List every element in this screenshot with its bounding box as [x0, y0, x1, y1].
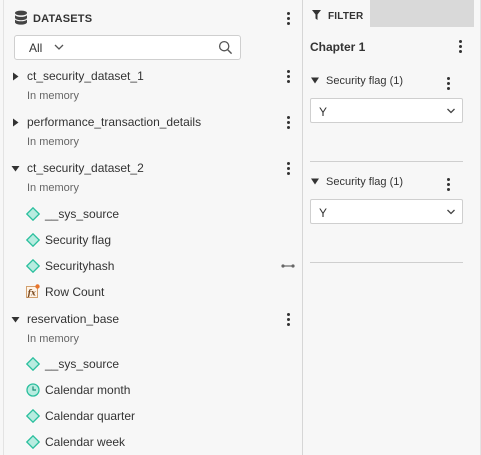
- field-item[interactable]: Calendar month: [0, 380, 303, 400]
- dimension-diamond-icon: [26, 207, 40, 221]
- dataset-item[interactable]: ct_security_dataset_1 In memory: [0, 65, 303, 107]
- database-icon: [15, 10, 27, 25]
- caret-right-icon[interactable]: [11, 118, 20, 127]
- filter-menu-icon[interactable]: [441, 176, 455, 192]
- filter-tab-bar: FILTER: [303, 0, 474, 27]
- dataset-name: ct_security_dataset_1: [27, 69, 144, 83]
- filter-value: Y: [319, 206, 328, 220]
- filter-panel: FILTER Chapter 1 Security flag (1) Y Sec…: [303, 0, 481, 455]
- caret-down-icon[interactable]: [11, 315, 20, 324]
- field-item[interactable]: __sys_source: [0, 354, 303, 374]
- chevron-down-icon: [447, 108, 455, 114]
- caret-down-icon[interactable]: [311, 77, 319, 84]
- filter-label: Security flag (1): [326, 176, 404, 188]
- dataset-menu-icon[interactable]: [281, 311, 295, 327]
- tab-filter-label: FILTER: [328, 11, 364, 22]
- dimension-diamond-icon: [26, 259, 40, 273]
- chapter-menu-icon[interactable]: [453, 38, 467, 54]
- datasets-title: DATASETS: [33, 13, 93, 25]
- filter-label: Security flag (1): [326, 75, 404, 87]
- dataset-item[interactable]: ct_security_dataset_2 In memory: [0, 157, 303, 199]
- dataset-type-select[interactable]: All: [29, 41, 42, 55]
- filter-separator: [310, 161, 463, 162]
- field-item[interactable]: Security flag: [0, 230, 303, 250]
- search-icon[interactable]: [218, 40, 233, 55]
- funnel-icon: [312, 10, 321, 20]
- datasets-panel: DATASETS All ct_security_dataset_1 In me…: [0, 0, 303, 455]
- field-label: __sys_source: [45, 357, 120, 371]
- svg-text:fx: fx: [27, 287, 36, 297]
- dataset-subtitle: In memory: [27, 182, 79, 194]
- dataset-filter-bar: All: [14, 35, 241, 60]
- dimension-diamond-icon: [26, 233, 40, 247]
- dataset-item[interactable]: reservation_base In memory: [0, 308, 303, 350]
- filter-separator: [310, 262, 463, 263]
- dimension-diamond-icon: [26, 409, 40, 423]
- calculated-fx-icon: fx: [26, 284, 40, 298]
- field-label: Calendar month: [45, 383, 131, 397]
- dimension-diamond-icon: [26, 435, 40, 449]
- field-label: Calendar quarter: [45, 409, 136, 423]
- dataset-menu-icon[interactable]: [281, 68, 295, 84]
- field-label: Securityhash: [45, 259, 115, 273]
- caret-right-icon[interactable]: [11, 72, 20, 81]
- chapter-title: Chapter 1: [310, 40, 366, 54]
- dataset-subtitle: In memory: [27, 136, 79, 148]
- hash-link-icon: [281, 264, 295, 268]
- field-label: Security flag: [45, 233, 112, 247]
- dataset-name: ct_security_dataset_2: [27, 161, 144, 175]
- dataset-subtitle: In memory: [27, 333, 79, 345]
- dataset-subtitle: In memory: [27, 90, 79, 102]
- dataset-name: reservation_base: [27, 312, 120, 326]
- field-label: Row Count: [45, 285, 105, 299]
- caret-down-icon[interactable]: [311, 178, 319, 185]
- dataset-item[interactable]: performance_transaction_details In memor…: [0, 111, 303, 153]
- filter-value-select[interactable]: Y: [310, 98, 463, 123]
- field-item[interactable]: Calendar quarter: [0, 406, 303, 426]
- dimension-diamond-icon: [26, 357, 40, 371]
- filter-menu-icon[interactable]: [441, 75, 455, 91]
- caret-down-icon[interactable]: [11, 164, 20, 173]
- field-label: __sys_source: [45, 207, 120, 221]
- chevron-down-icon[interactable]: [53, 41, 65, 53]
- dataset-name: performance_transaction_details: [27, 115, 202, 129]
- filter-value: Y: [319, 105, 328, 119]
- field-item[interactable]: Calendar week: [0, 432, 303, 452]
- date-clock-icon: [26, 383, 40, 397]
- field-item[interactable]: __sys_source: [0, 204, 303, 224]
- datasets-menu-icon[interactable]: [281, 10, 295, 26]
- tab-filter[interactable]: FILTER: [303, 0, 370, 27]
- dataset-menu-icon[interactable]: [281, 160, 295, 176]
- field-label: Calendar week: [45, 435, 126, 449]
- chevron-down-icon: [447, 209, 455, 215]
- filter-value-select[interactable]: Y: [310, 199, 463, 224]
- dataset-menu-icon[interactable]: [281, 114, 295, 130]
- datasets-header: DATASETS: [0, 0, 303, 36]
- field-item[interactable]: fx Row Count: [0, 282, 303, 302]
- field-item[interactable]: Securityhash: [0, 256, 303, 276]
